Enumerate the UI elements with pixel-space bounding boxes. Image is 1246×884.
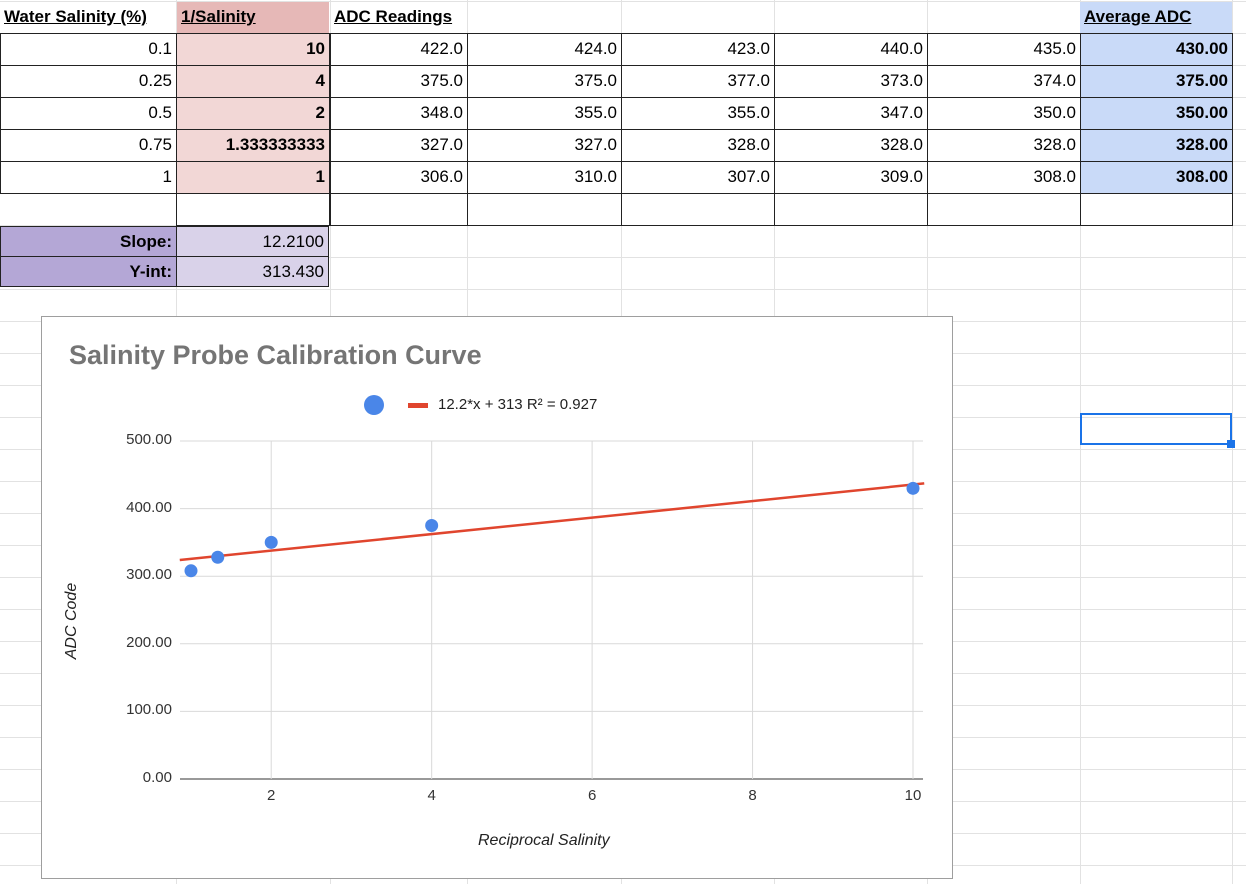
trendline — [179, 482, 925, 562]
data-point — [184, 564, 198, 578]
data-point — [211, 550, 225, 564]
data-point — [264, 535, 278, 549]
data-point — [425, 519, 439, 532]
data-point — [906, 481, 920, 495]
plot-area — [179, 440, 925, 780]
